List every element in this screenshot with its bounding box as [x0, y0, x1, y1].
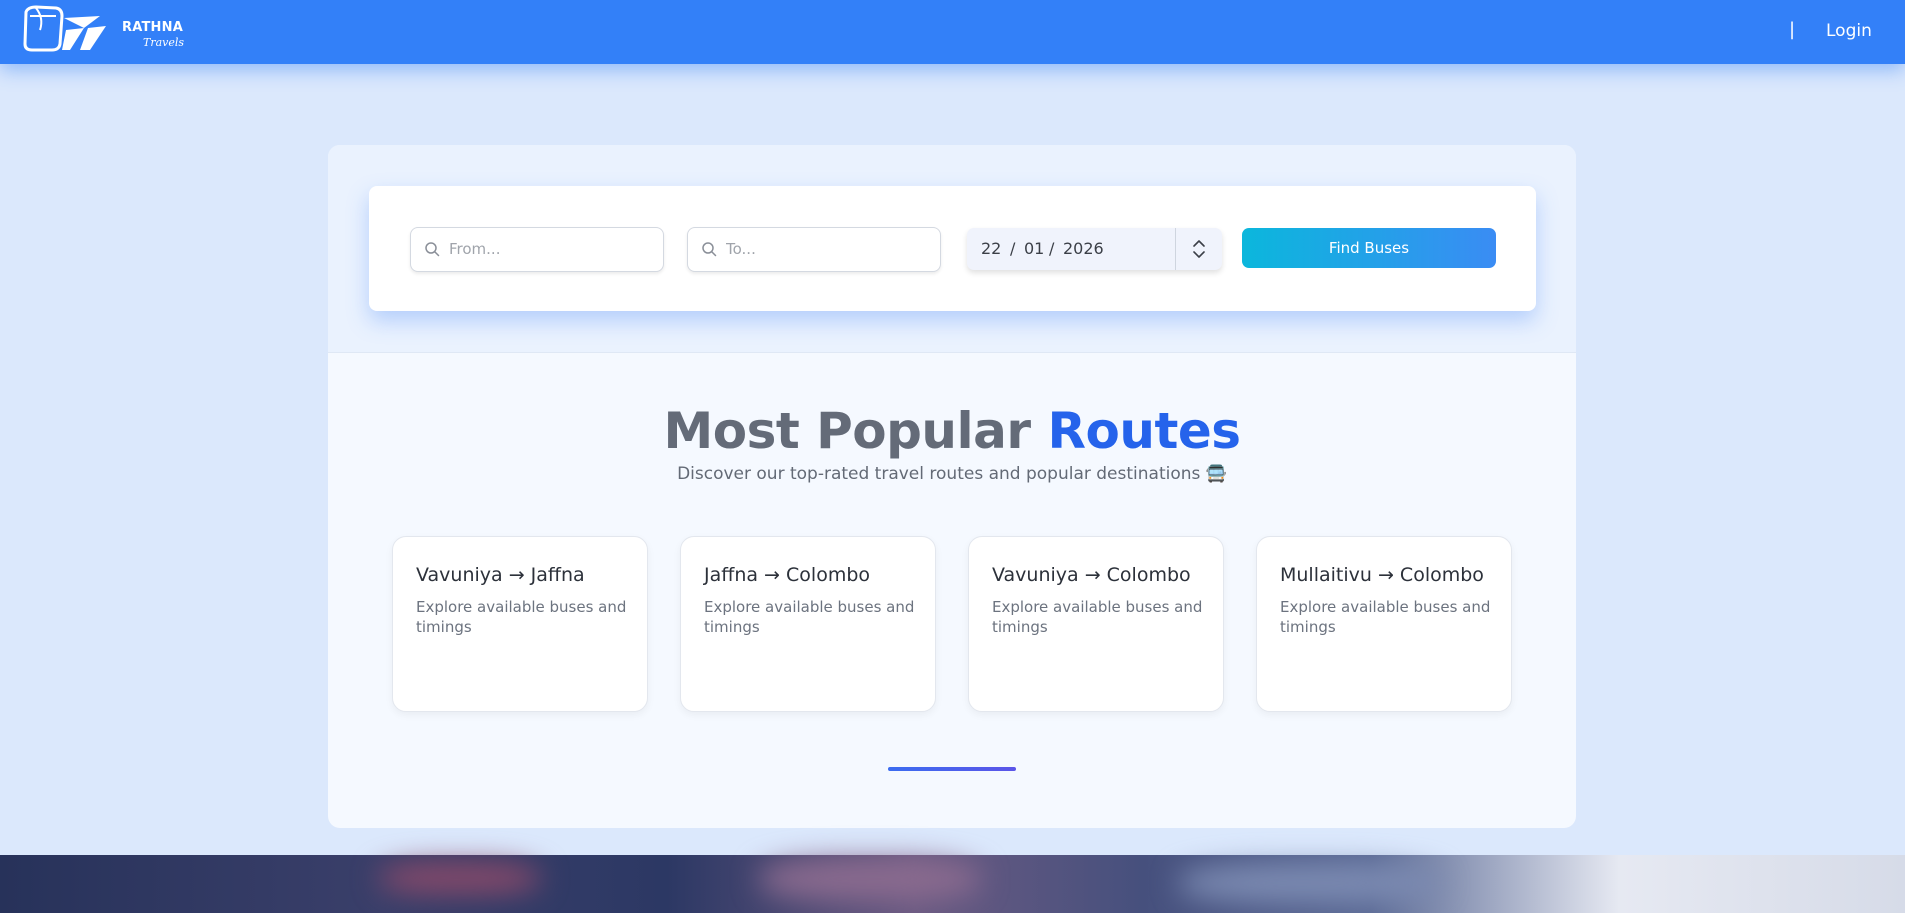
- route-name: Jaffna → Colombo: [704, 564, 871, 586]
- route-name: Mullaitivu → Colombo: [1280, 564, 1484, 586]
- search-card: 22 / 01 / 2026 Find Buses: [369, 186, 1536, 311]
- bus-logo-icon: [23, 5, 106, 52]
- date-input[interactable]: 22 / 01 / 2026: [967, 228, 1222, 270]
- date-separator: /: [1049, 239, 1055, 258]
- title-accent: Routes: [1047, 402, 1242, 460]
- date-stepper-icon[interactable]: [1185, 236, 1213, 262]
- main-panel: 22 / 01 / 2026 Find Buses Most Popular R…: [328, 145, 1576, 828]
- search-icon: [702, 242, 717, 257]
- route-description: Explore available buses and timings: [1280, 598, 1491, 636]
- hero-blur-shape: [760, 859, 980, 899]
- title-main: Most Popular: [663, 402, 1031, 460]
- login-link[interactable]: Login: [1826, 21, 1872, 41]
- hero-blur-shape: [380, 863, 540, 893]
- route-card[interactable]: Jaffna → Colombo Explore available buses…: [680, 536, 936, 712]
- date-divider: [1175, 228, 1176, 270]
- popular-routes-title: Most Popular Routes: [328, 402, 1576, 460]
- route-description: Explore available buses and timings: [416, 598, 627, 636]
- brand-name: RATHNA: [122, 20, 183, 35]
- search-section: 22 / 01 / 2026 Find Buses: [328, 145, 1576, 353]
- route-card[interactable]: Vavuniya → Jaffna Explore available buse…: [392, 536, 648, 712]
- route-card[interactable]: Vavuniya → Colombo Explore available bus…: [968, 536, 1224, 712]
- hero-blur-shape: [1180, 865, 1440, 901]
- route-name: Vavuniya → Jaffna: [416, 564, 585, 586]
- route-card[interactable]: Mullaitivu → Colombo Explore available b…: [1256, 536, 1512, 712]
- route-description: Explore available buses and timings: [992, 598, 1203, 636]
- route-description: Explore available buses and timings: [704, 598, 915, 636]
- carousel-scroll-indicator[interactable]: [888, 767, 1016, 771]
- search-icon: [425, 242, 440, 257]
- from-input[interactable]: [449, 236, 649, 262]
- hero-background-image: [0, 855, 1905, 913]
- date-day[interactable]: 22: [981, 239, 1001, 258]
- to-field[interactable]: [687, 227, 941, 272]
- date-month[interactable]: 01: [1024, 239, 1044, 258]
- to-input[interactable]: [726, 236, 926, 262]
- route-name: Vavuniya → Colombo: [992, 564, 1191, 586]
- date-separator: /: [1010, 239, 1016, 258]
- popular-routes-subtitle: Discover our top-rated travel routes and…: [677, 464, 1227, 484]
- brand-tagline: Travels: [143, 36, 185, 49]
- date-year[interactable]: 2026: [1063, 239, 1104, 258]
- brand-logo[interactable]: RATHNA Travels: [22, 4, 185, 58]
- nav-separator: |: [1789, 19, 1796, 40]
- top-navbar: RATHNA Travels | Login: [0, 0, 1905, 64]
- find-buses-button[interactable]: Find Buses: [1242, 228, 1496, 268]
- from-field[interactable]: [410, 227, 664, 272]
